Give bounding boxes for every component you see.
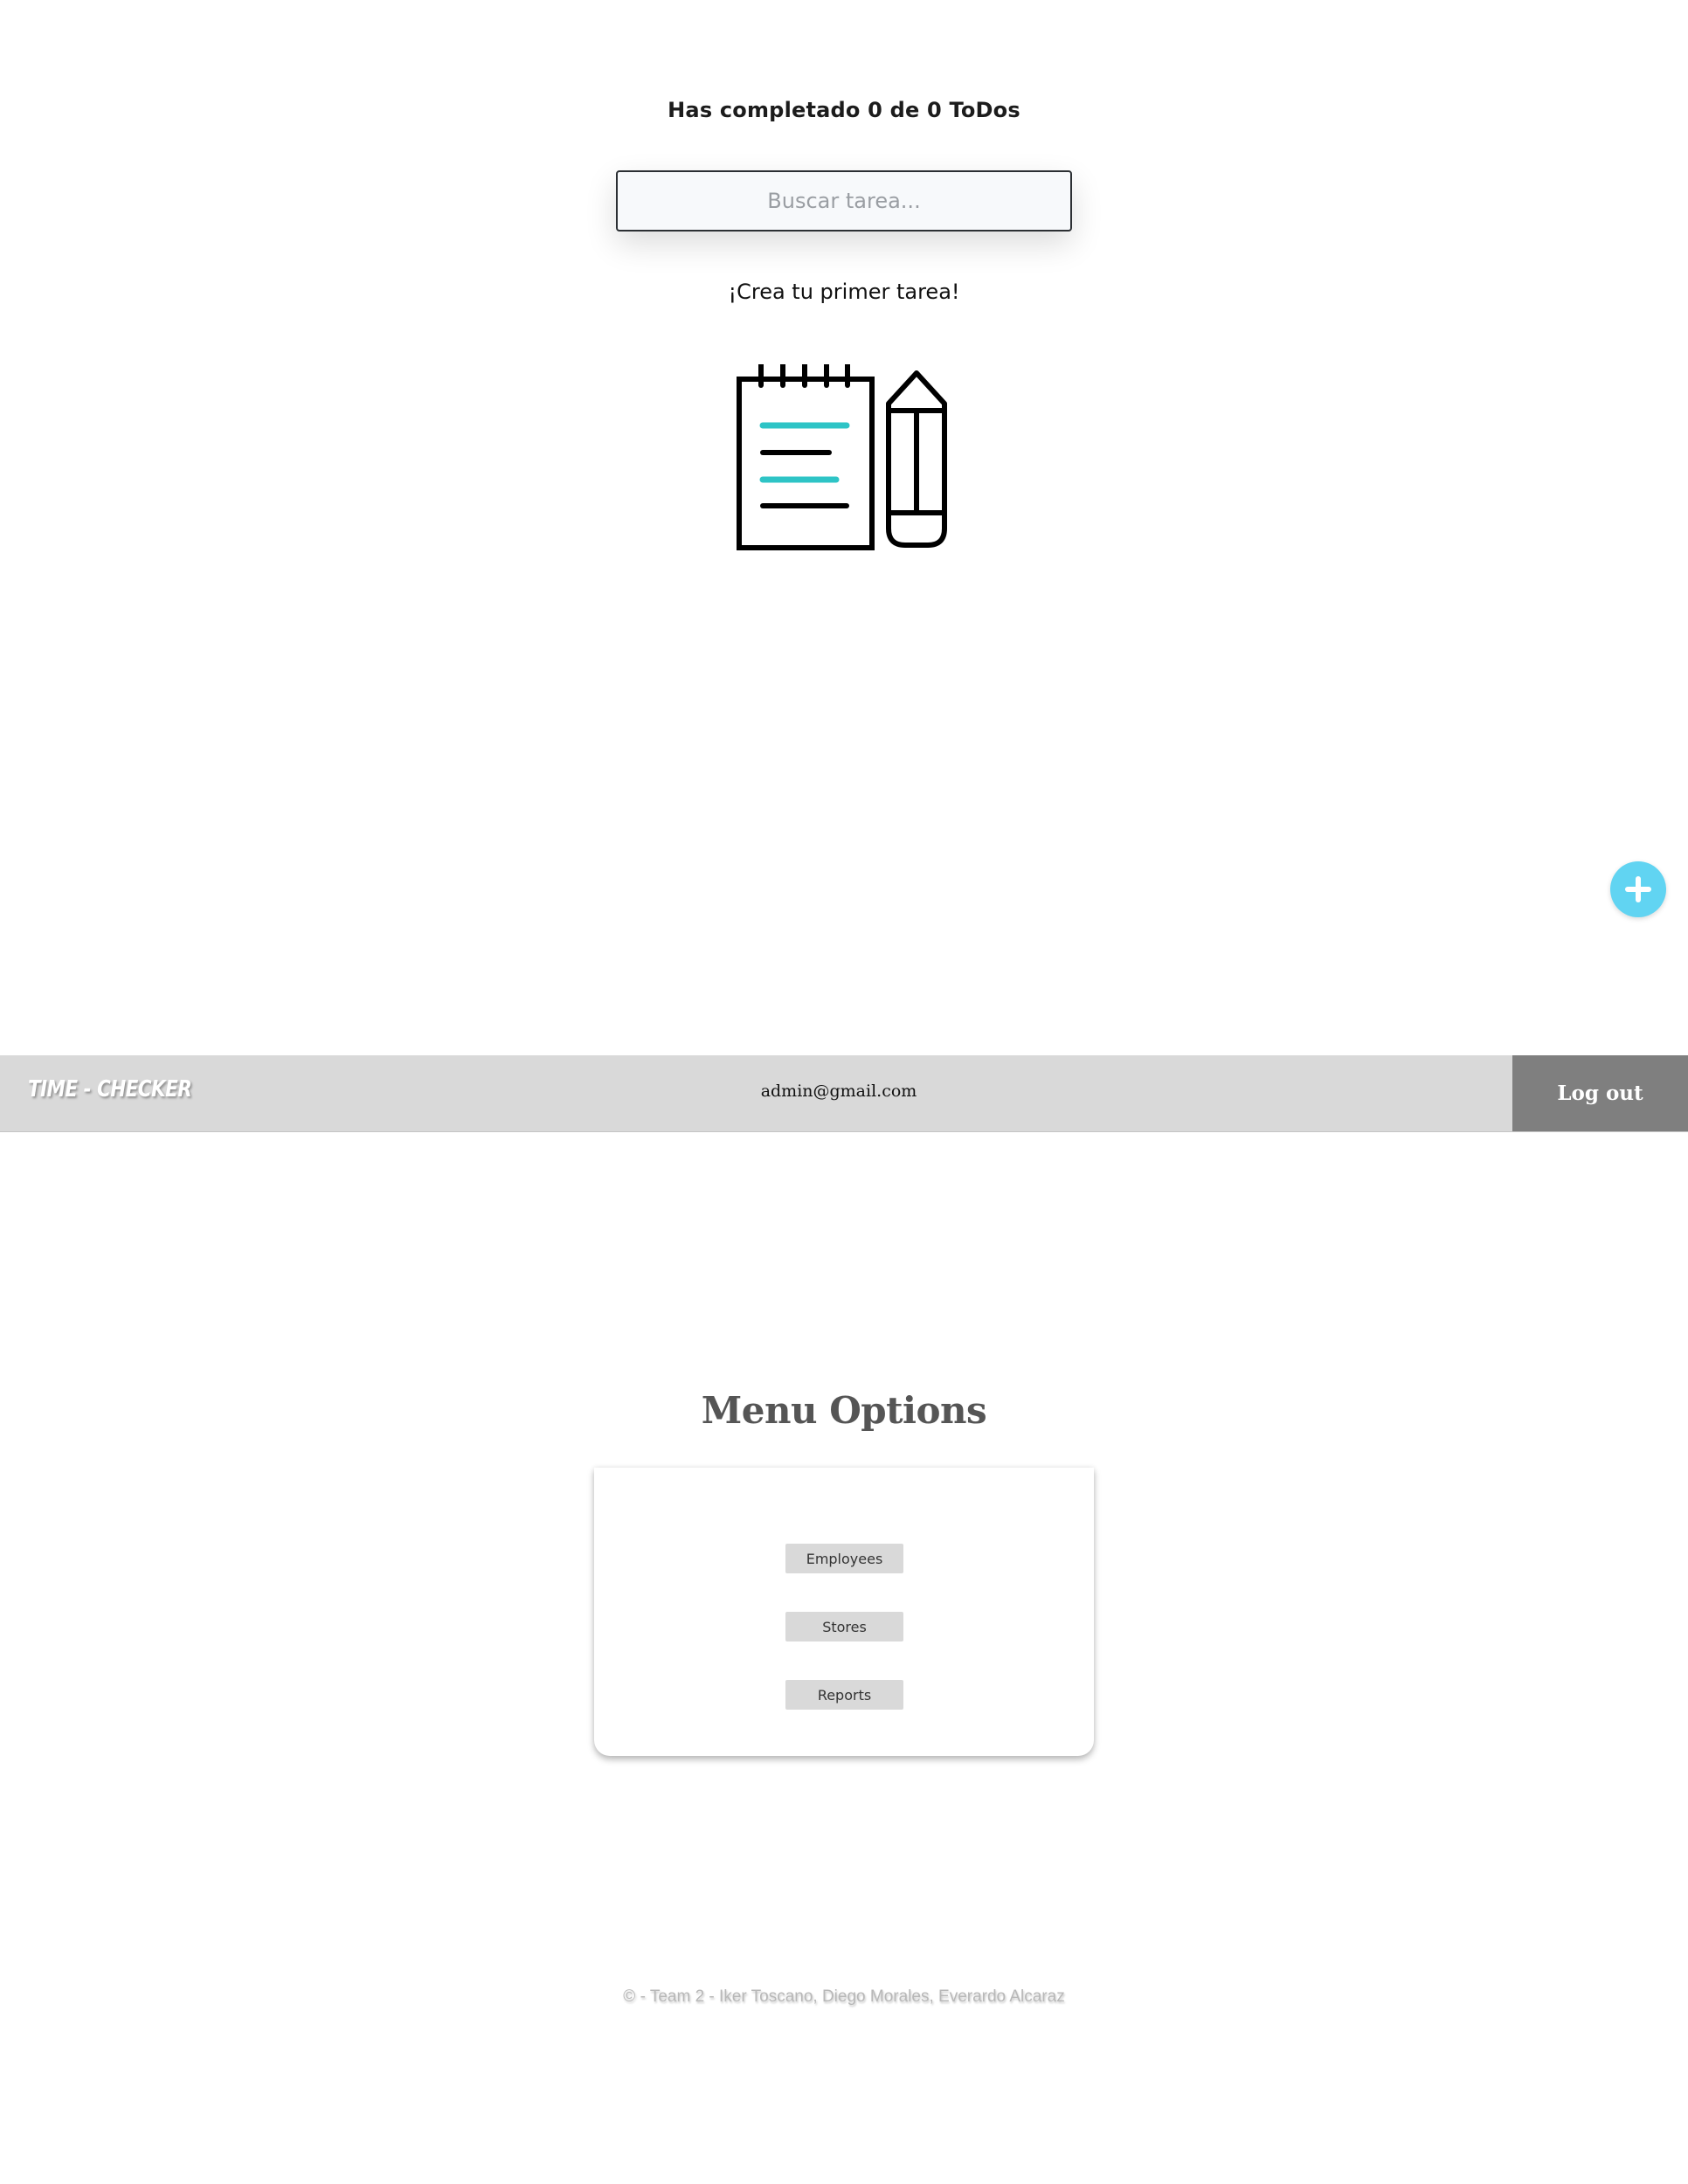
logout-button[interactable]: Log out [1512,1055,1688,1131]
user-email: admin@gmail.com [760,1082,917,1101]
employees-button[interactable]: Employees [785,1544,903,1573]
search-input[interactable] [616,170,1072,232]
menu-title: Menu Options [701,1389,987,1432]
footer-credits: © - Team 2 - Iker Toscano, Diego Morales… [623,1987,1065,2006]
empty-state-message: ¡Crea tu primer tarea! [728,280,960,304]
reports-button[interactable]: Reports [785,1680,903,1710]
page: Has completado 0 de 0 ToDos ¡Crea tu pri… [0,0,1688,2184]
plus-icon [1625,876,1651,902]
todo-counter: Has completado 0 de 0 ToDos [668,98,1020,122]
notepad-pencil-icon [737,364,947,550]
menu-card: Employees Stores Reports [594,1468,1094,1756]
navbar: TIME - CHECKER admin@gmail.com Log out [0,1055,1688,1132]
add-task-button[interactable] [1610,861,1666,917]
stores-button[interactable]: Stores [785,1612,903,1641]
